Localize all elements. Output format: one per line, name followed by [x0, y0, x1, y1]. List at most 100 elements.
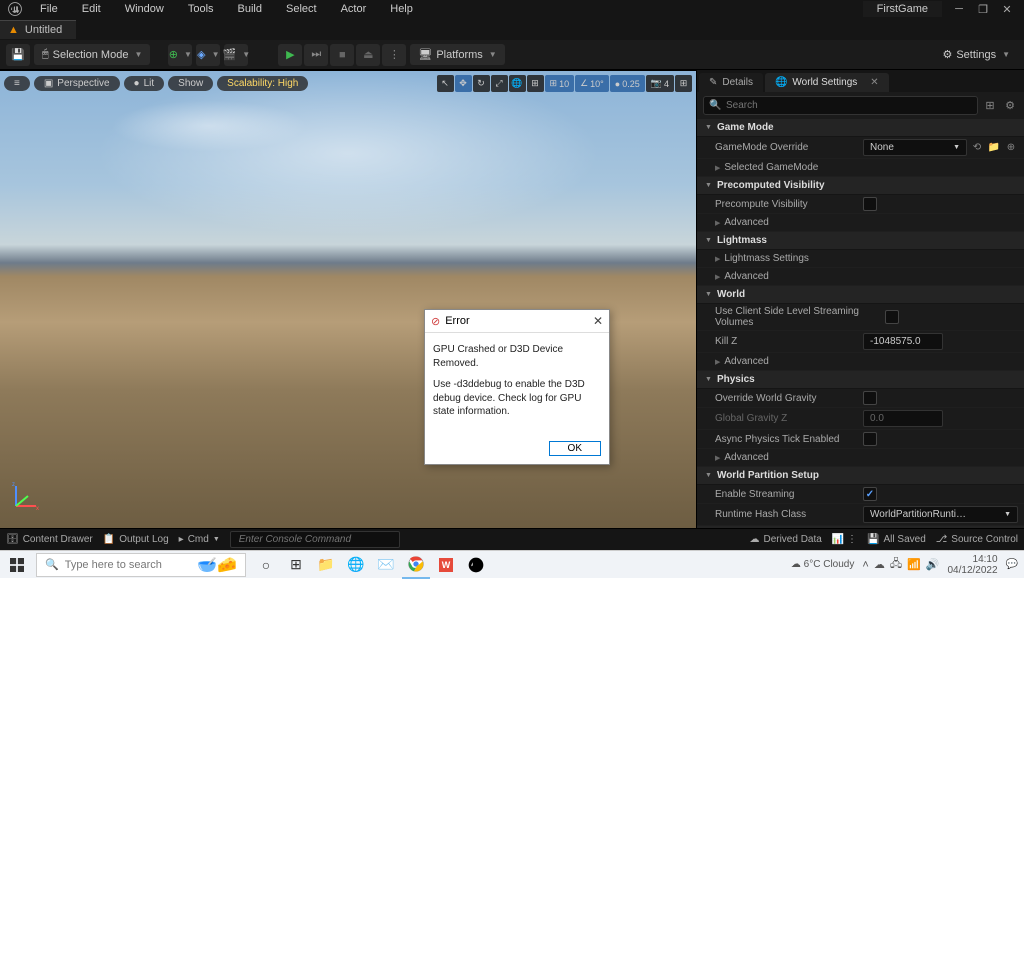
killz-input[interactable] [863, 333, 943, 350]
save-button[interactable]: 💾 [6, 44, 30, 66]
surface-snap-button[interactable]: ⊞ [527, 75, 544, 92]
perspective-button[interactable]: ▣Perspective [34, 76, 120, 91]
taskbar-search[interactable]: 🔍 Type here to search 🥣🧀 [36, 553, 246, 577]
show-button[interactable]: Show [168, 76, 213, 91]
notifications-icon[interactable]: 💬 [1006, 559, 1018, 570]
selection-mode-button[interactable]: 🖱 Selection Mode ▼ [34, 44, 150, 65]
network-icon[interactable]: 🖧 [890, 555, 902, 574]
menu-window[interactable]: Window [113, 1, 176, 17]
translate-tool-button[interactable]: ✥ [455, 75, 472, 92]
source-control-button[interactable]: ⎇Source Control [936, 534, 1018, 545]
minimize-icon[interactable]: ─ [952, 3, 966, 15]
camera-speed-button[interactable]: 📷4 [646, 75, 674, 92]
hash-class-select[interactable]: WorldPartitionRuntimeSpatialHash▼ [863, 506, 1018, 523]
cmd-button[interactable]: ▸Cmd▼ [179, 534, 220, 545]
prop-advanced-3[interactable]: ▶Advanced [715, 356, 863, 367]
tray-chevron-icon[interactable]: ˄ [862, 559, 868, 571]
grid-snap-button[interactable]: ⊞10 [545, 75, 575, 92]
prop-selected-gamemode-label[interactable]: ▶Selected GameMode [715, 162, 863, 173]
add-content-button[interactable]: ⊕▼ [168, 44, 192, 66]
viewport[interactable]: ≡ ▣Perspective ●Lit Show Scalability: Hi… [0, 70, 696, 528]
scale-tool-button[interactable]: ⤢ [491, 75, 508, 92]
menu-file[interactable]: File [28, 1, 70, 17]
view-options-icon[interactable]: ⊞ [982, 98, 998, 114]
scalability-button[interactable]: Scalability: High [217, 76, 308, 91]
all-saved-button[interactable]: 💾All Saved [867, 534, 926, 545]
category-world[interactable]: ▼World [697, 286, 1024, 304]
taskview-icon[interactable]: ⊞ [282, 551, 310, 579]
global-gravity-input[interactable] [863, 410, 943, 427]
console-input[interactable] [230, 531, 400, 548]
new-icon[interactable]: ⊕ [1004, 141, 1018, 155]
scale-snap-button[interactable]: ●0.25 [610, 75, 645, 92]
map-tab[interactable]: ▲ Untitled [0, 20, 76, 39]
wps-icon[interactable]: W [432, 551, 460, 579]
platforms-button[interactable]: 🖥 Platforms ▼ [410, 44, 504, 65]
chrome-icon[interactable] [402, 551, 430, 579]
prop-lightmass-settings[interactable]: ▶Lightmass Settings [715, 253, 863, 264]
world-local-button[interactable]: 🌐 [509, 75, 526, 92]
maximize-icon[interactable]: ❐ [976, 3, 990, 16]
play-options-button[interactable]: ⋮ [382, 44, 406, 66]
explorer-icon[interactable]: 📁 [312, 551, 340, 579]
menu-actor[interactable]: Actor [329, 1, 379, 17]
cinematics-button[interactable]: 🎬▼ [224, 44, 248, 66]
property-list[interactable]: ▼Game Mode GameMode OverrideNone▼⟲📁⊕ ▶Se… [697, 119, 1024, 528]
ok-button[interactable]: OK [549, 441, 601, 456]
dialog-close-button[interactable]: ✕ [593, 314, 603, 328]
stats-button[interactable]: 📊 ⋮ [832, 534, 857, 545]
prop-advanced-4[interactable]: ▶Advanced [715, 452, 863, 463]
precompute-vis-checkbox[interactable] [863, 197, 877, 211]
category-precomputed[interactable]: ▼Precomputed Visibility [697, 177, 1024, 195]
unreal-logo-icon[interactable] [2, 0, 28, 18]
output-log-button[interactable]: 📋Output Log [103, 534, 169, 545]
eject-button[interactable]: ⏏ [356, 44, 380, 66]
use-selected-icon[interactable]: ⟲ [970, 141, 984, 155]
menu-build[interactable]: Build [226, 1, 274, 17]
prop-advanced-1[interactable]: ▶Advanced [715, 217, 863, 228]
search-input[interactable] [703, 96, 978, 115]
settings-button[interactable]: ⚙ Settings ▼ [934, 44, 1018, 65]
play-button[interactable]: ▶ [278, 44, 302, 66]
use-client-checkbox[interactable] [885, 310, 899, 324]
onedrive-icon[interactable]: ☁ [874, 558, 885, 571]
wifi-icon[interactable]: 📶 [907, 558, 921, 571]
tab-world-settings[interactable]: 🌐World Settings✕ [765, 73, 889, 92]
settings-icon[interactable]: ⚙ [1002, 98, 1018, 114]
enable-streaming-checkbox[interactable] [863, 487, 877, 501]
stop-button[interactable]: ■ [330, 44, 354, 66]
weather-widget[interactable]: ☁ 6°C Cloudy [791, 559, 855, 570]
category-lightmass[interactable]: ▼Lightmass [697, 232, 1024, 250]
rotate-tool-button[interactable]: ↻ [473, 75, 490, 92]
override-gravity-checkbox[interactable] [863, 391, 877, 405]
close-icon[interactable]: ✕ [1000, 3, 1014, 16]
lit-button[interactable]: ●Lit [124, 76, 165, 91]
tab-close-icon[interactable]: ✕ [870, 77, 878, 88]
browse-icon[interactable]: 📁 [987, 141, 1001, 155]
unreal-taskbar-icon[interactable] [462, 551, 490, 579]
menu-tools[interactable]: Tools [176, 1, 226, 17]
edge-icon[interactable]: 🌐 [342, 551, 370, 579]
select-tool-button[interactable]: ↖ [437, 75, 454, 92]
gamemode-override-select[interactable]: None▼ [863, 139, 967, 156]
mail-icon[interactable]: ✉️ [372, 551, 400, 579]
menu-help[interactable]: Help [378, 1, 425, 17]
async-physics-checkbox[interactable] [863, 432, 877, 446]
angle-snap-button[interactable]: ∠10° [575, 75, 609, 92]
volume-icon[interactable]: 🔊 [926, 558, 940, 571]
blueprints-button[interactable]: ◈▼ [196, 44, 220, 66]
derived-data-button[interactable]: ☁Derived Data [749, 534, 821, 545]
menu-edit[interactable]: Edit [70, 1, 113, 17]
category-physics[interactable]: ▼Physics [697, 371, 1024, 389]
menu-select[interactable]: Select [274, 1, 329, 17]
category-partition[interactable]: ▼World Partition Setup [697, 467, 1024, 485]
tab-details[interactable]: ✎Details [699, 73, 763, 92]
viewport-layout-button[interactable]: ⊞ [675, 75, 692, 92]
clock[interactable]: 14:10 04/12/2022 [947, 554, 997, 576]
skip-button[interactable]: ⏭ [304, 44, 328, 66]
prop-advanced-2[interactable]: ▶Advanced [715, 271, 863, 282]
category-gamemode[interactable]: ▼Game Mode [697, 119, 1024, 137]
start-button[interactable] [0, 551, 34, 579]
project-name-button[interactable]: FirstGame [863, 1, 942, 17]
content-drawer-button[interactable]: 🗄Content Drawer [6, 534, 93, 545]
